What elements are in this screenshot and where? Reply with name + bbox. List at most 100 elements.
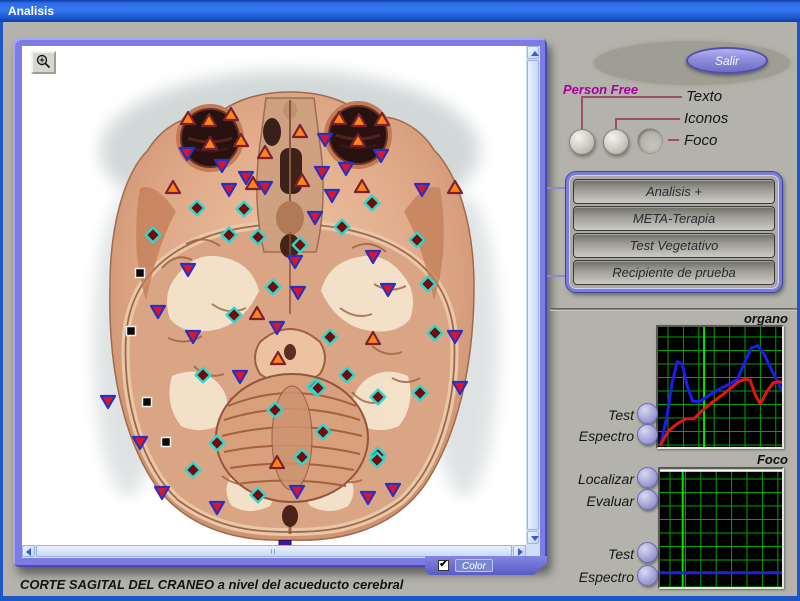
- marker-diamond[interactable]: [236, 201, 253, 218]
- marker-down[interactable]: [150, 305, 167, 320]
- marker-up[interactable]: [269, 455, 286, 470]
- marker-down[interactable]: [232, 370, 249, 385]
- marker-down[interactable]: [447, 330, 464, 345]
- marker-up[interactable]: [249, 306, 266, 321]
- marker-square[interactable]: [125, 325, 137, 337]
- marker-diamond[interactable]: [427, 325, 444, 342]
- scroll-right-button[interactable]: [513, 545, 526, 557]
- marker-down[interactable]: [154, 486, 171, 501]
- marker-diamond[interactable]: [250, 229, 267, 246]
- marker-down[interactable]: [360, 491, 377, 506]
- marker-down[interactable]: [414, 183, 431, 198]
- color-checkbox[interactable]: ✔: [438, 560, 449, 571]
- marker-diamond[interactable]: [334, 219, 351, 236]
- marker-down[interactable]: [380, 283, 397, 298]
- marker-diamond[interactable]: [310, 380, 327, 397]
- marker-diamond[interactable]: [195, 367, 212, 384]
- marker-down[interactable]: [221, 183, 238, 198]
- marker-down[interactable]: [269, 321, 286, 336]
- vertical-scrollbar[interactable]: [526, 46, 540, 545]
- marker-square[interactable]: [141, 396, 153, 408]
- marker-up[interactable]: [351, 113, 368, 128]
- marker-up[interactable]: [331, 111, 348, 126]
- marker-down[interactable]: [180, 263, 197, 278]
- marker-diamond[interactable]: [185, 462, 202, 479]
- marker-diamond[interactable]: [292, 237, 309, 254]
- marker-down[interactable]: [179, 147, 196, 162]
- marker-down[interactable]: [257, 181, 274, 196]
- menu-button-test-vegetativo[interactable]: Test Vegetativo: [573, 233, 775, 258]
- marker-down[interactable]: [307, 211, 324, 226]
- marker-down[interactable]: [373, 149, 390, 164]
- marker-diamond[interactable]: [226, 307, 243, 324]
- marker-diamond[interactable]: [409, 232, 426, 249]
- marker-down[interactable]: [290, 286, 307, 301]
- marker-diamond[interactable]: [267, 402, 284, 419]
- marker-up[interactable]: [201, 113, 218, 128]
- vertical-scroll-thumb[interactable]: [527, 60, 539, 530]
- marker-down[interactable]: [100, 395, 117, 410]
- test-button-organo[interactable]: [637, 403, 658, 424]
- title-bar[interactable]: Analisis: [0, 0, 800, 22]
- marker-up[interactable]: [294, 173, 311, 188]
- marker-diamond[interactable]: [322, 329, 339, 346]
- marker-down[interactable]: [317, 133, 334, 148]
- marker-square[interactable]: [160, 436, 172, 448]
- marker-down[interactable]: [385, 483, 402, 498]
- marker-diamond[interactable]: [370, 389, 387, 406]
- marker-up[interactable]: [292, 124, 309, 139]
- marker-square[interactable]: [134, 267, 146, 279]
- marker-down[interactable]: [365, 250, 382, 265]
- scroll-down-button[interactable]: [527, 531, 539, 544]
- marker-down[interactable]: [185, 330, 202, 345]
- zoom-tool-button[interactable]: [31, 51, 56, 74]
- marker-diamond[interactable]: [412, 385, 429, 402]
- marker-diamond[interactable]: [315, 424, 332, 441]
- marker-down[interactable]: [209, 501, 226, 516]
- marker-down[interactable]: [324, 189, 341, 204]
- mode-button-foco[interactable]: [637, 128, 663, 154]
- espectro-button-organo[interactable]: [637, 424, 658, 445]
- marker-up[interactable]: [354, 179, 371, 194]
- marker-diamond[interactable]: [339, 367, 356, 384]
- marker-diamond[interactable]: [294, 449, 311, 466]
- scroll-up-button[interactable]: [527, 46, 539, 59]
- marker-up[interactable]: [180, 111, 197, 126]
- horizontal-scroll-thumb[interactable]: [36, 545, 512, 557]
- marker-up[interactable]: [350, 133, 367, 148]
- menu-button-recipiente[interactable]: Recipiente de prueba: [573, 260, 775, 285]
- marker-diamond[interactable]: [209, 435, 226, 452]
- marker-up[interactable]: [270, 351, 287, 366]
- marker-diamond[interactable]: [364, 195, 381, 212]
- marker-down[interactable]: [238, 171, 255, 186]
- marker-diamond[interactable]: [420, 276, 437, 293]
- marker-up[interactable]: [202, 136, 219, 151]
- marker-up[interactable]: [365, 331, 382, 346]
- test-button-foco[interactable]: [637, 542, 658, 563]
- marker-diamond[interactable]: [145, 227, 162, 244]
- marker-up[interactable]: [374, 112, 391, 127]
- marker-down[interactable]: [452, 381, 469, 396]
- menu-button-meta-terapia[interactable]: META-Terapia: [573, 206, 775, 231]
- anatomy-viewport[interactable]: [22, 46, 526, 545]
- marker-up[interactable]: [257, 145, 274, 160]
- localizar-button[interactable]: [637, 467, 658, 488]
- marker-down[interactable]: [314, 166, 331, 181]
- marker-up[interactable]: [447, 180, 464, 195]
- marker-up[interactable]: [223, 107, 240, 122]
- menu-button-analisis[interactable]: Analisis +: [573, 179, 775, 204]
- marker-up[interactable]: [165, 180, 182, 195]
- evaluar-button[interactable]: [637, 489, 658, 510]
- salir-button[interactable]: Salir: [686, 47, 768, 74]
- marker-up[interactable]: [233, 133, 250, 148]
- marker-diamond[interactable]: [189, 200, 206, 217]
- marker-diamond[interactable]: [369, 452, 386, 469]
- espectro-button-foco[interactable]: [637, 565, 658, 586]
- marker-down[interactable]: [287, 255, 304, 270]
- scroll-left-button[interactable]: [22, 545, 35, 557]
- mode-button-texto[interactable]: [569, 129, 595, 155]
- marker-down[interactable]: [132, 436, 149, 451]
- mode-button-iconos[interactable]: [603, 129, 629, 155]
- marker-diamond[interactable]: [221, 227, 238, 244]
- marker-diamond[interactable]: [250, 487, 267, 504]
